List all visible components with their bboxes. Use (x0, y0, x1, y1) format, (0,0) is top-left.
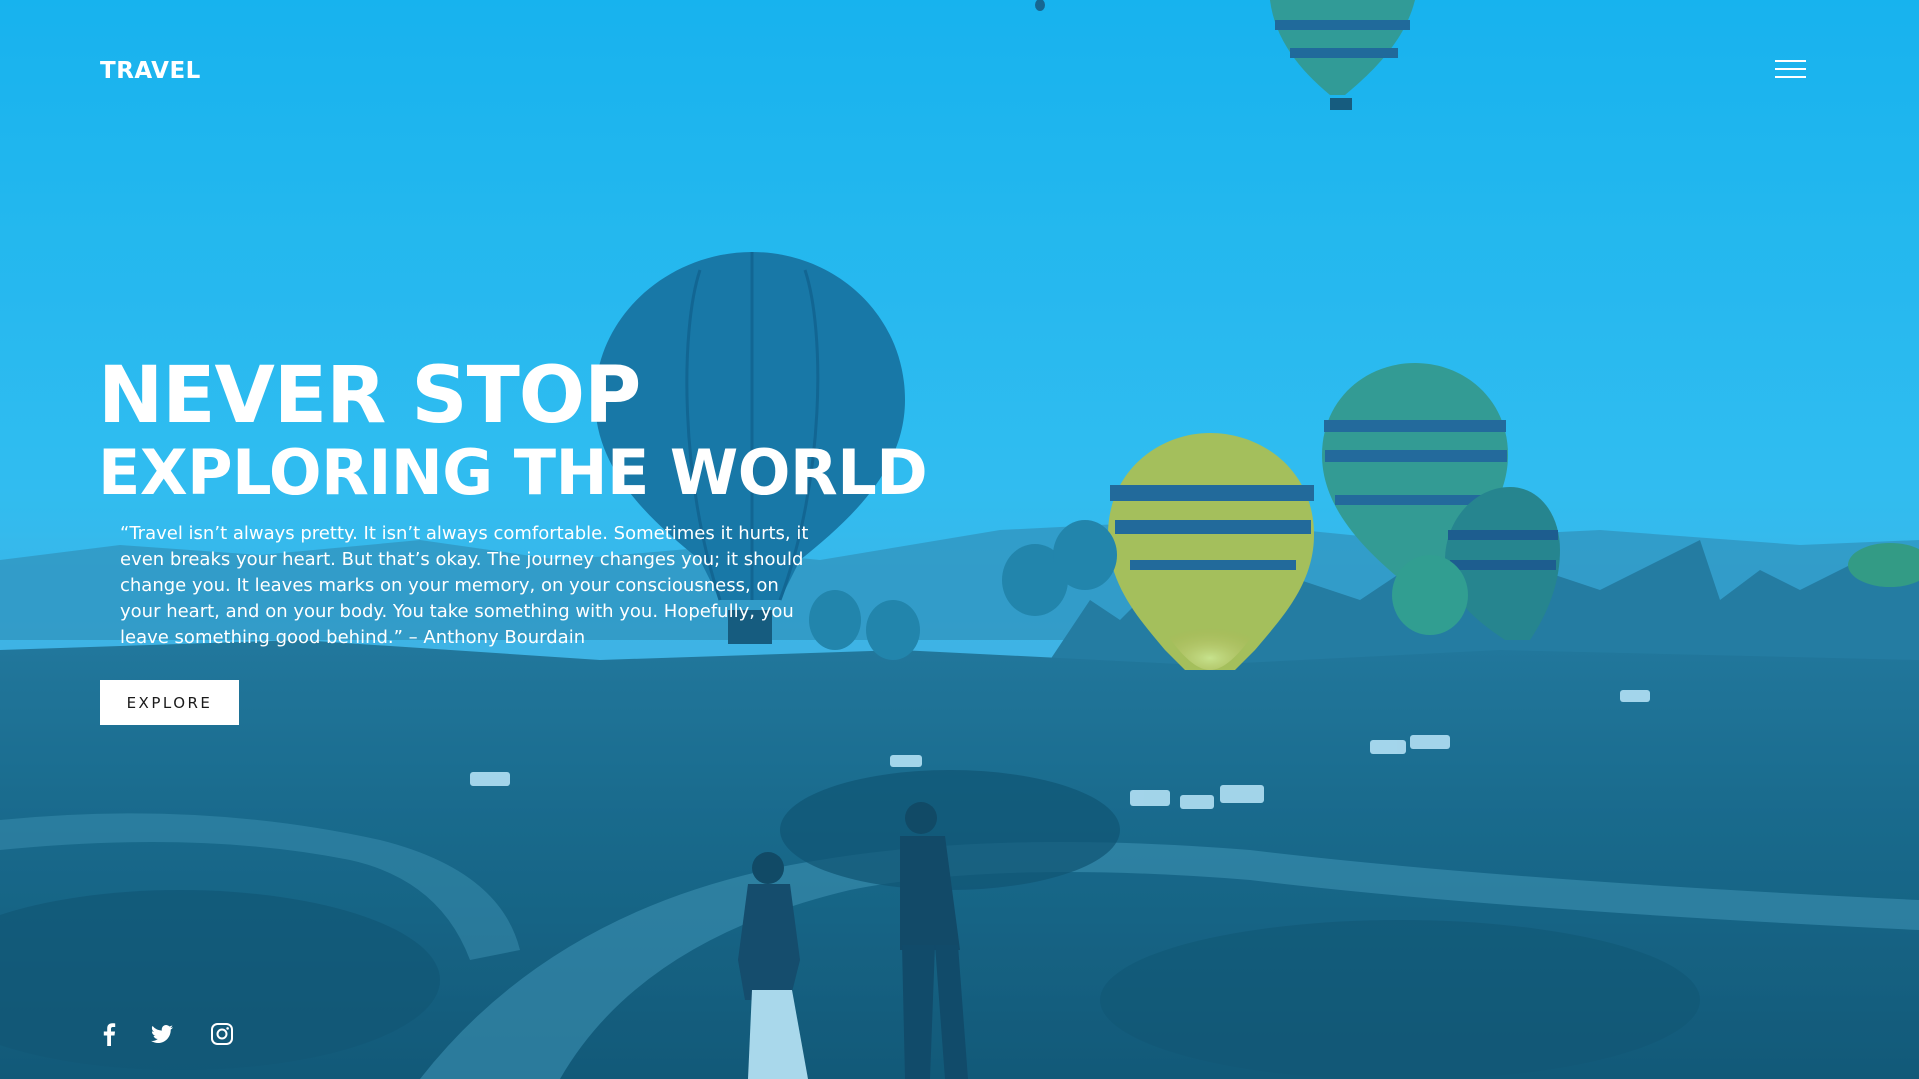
twitter-icon (151, 1025, 173, 1043)
instagram-link[interactable] (210, 1022, 234, 1046)
instagram-icon (211, 1023, 233, 1045)
facebook-icon (103, 1023, 116, 1046)
hero-headline: NEVER STOP EXPLORING THE WORLD (98, 351, 928, 509)
brand-logo[interactable]: TRAVEL (100, 58, 201, 84)
headline-line-1: NEVER STOP (98, 351, 641, 441)
hamburger-icon-bar (1775, 68, 1806, 70)
explore-button[interactable]: EXPLORE (100, 680, 239, 725)
hero-quote: “Travel isn’t always pretty. It isn’t al… (120, 523, 809, 648)
headline-line-2: EXPLORING THE WORLD (98, 436, 928, 509)
hamburger-menu-button[interactable] (1775, 58, 1806, 80)
facebook-link[interactable] (102, 1022, 116, 1046)
twitter-link[interactable] (150, 1022, 174, 1046)
hamburger-icon-bar (1775, 76, 1806, 78)
hamburger-icon (1775, 60, 1806, 62)
